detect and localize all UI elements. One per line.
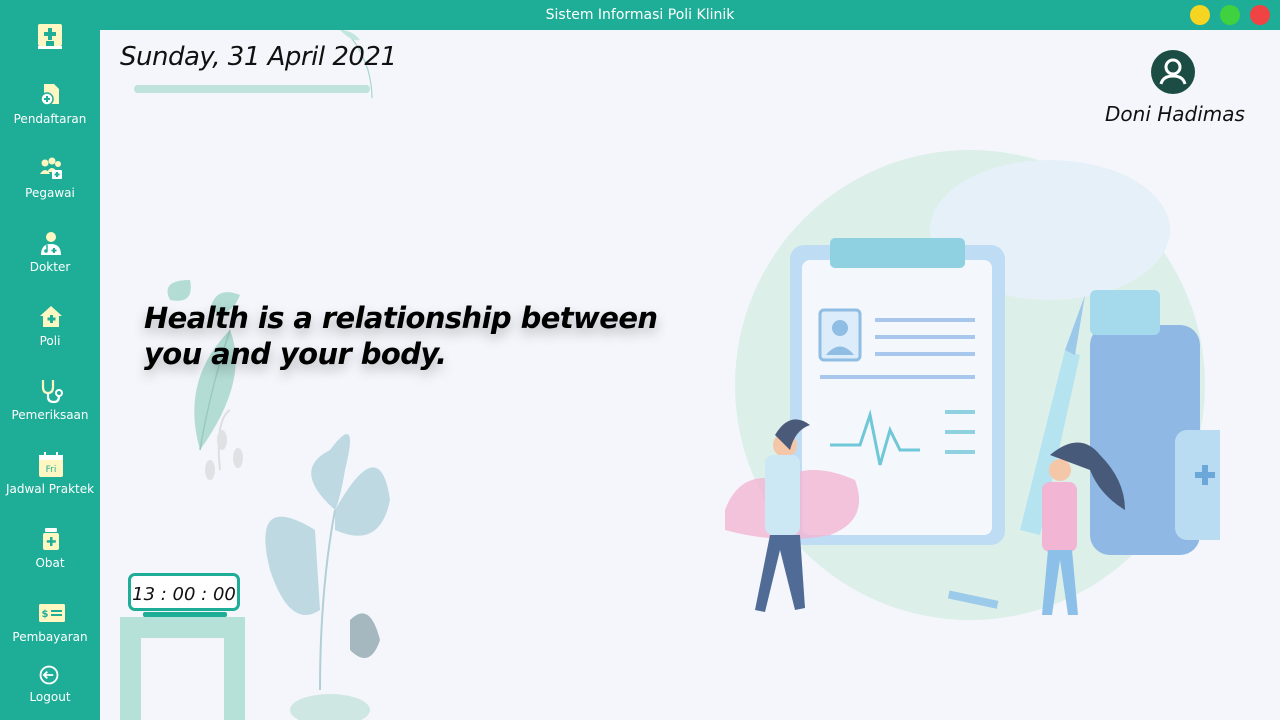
date-underline bbox=[134, 85, 370, 93]
user-name: Doni Hadimas bbox=[1105, 102, 1245, 126]
staff-icon bbox=[40, 157, 62, 179]
stethoscope-icon bbox=[41, 380, 63, 404]
sidebar-item-obat[interactable]: Obat bbox=[0, 526, 100, 590]
close-button[interactable] bbox=[1250, 5, 1270, 25]
maximize-button[interactable] bbox=[1220, 5, 1240, 25]
svg-text:$: $ bbox=[42, 609, 49, 620]
clinic-home-icon bbox=[40, 306, 62, 327]
window-title: Sistem Informasi Poli Klinik bbox=[545, 7, 735, 23]
sidebar-item-label: Logout bbox=[29, 690, 71, 704]
sidebar-item-label: Pendaftaran bbox=[13, 112, 87, 126]
user-avatar-icon[interactable] bbox=[1150, 49, 1196, 95]
minimize-button[interactable] bbox=[1190, 5, 1210, 25]
logout-icon bbox=[39, 665, 59, 685]
sidebar-item-jadwal-praktek[interactable]: Fri Jadwal Praktek bbox=[0, 452, 100, 516]
clock-stand bbox=[143, 612, 227, 617]
medical-illustration bbox=[725, 150, 1220, 620]
health-quote: Health is a relationship between you and… bbox=[144, 301, 658, 371]
sidebar-item-label: Jadwal Praktek bbox=[5, 482, 95, 496]
sidebar-item-pegawai[interactable]: Pegawai bbox=[0, 156, 100, 220]
sidebar-item-logout[interactable]: Logout bbox=[0, 664, 100, 720]
sidebar-item-label: Obat bbox=[35, 556, 65, 570]
sidebar-item-poli[interactable]: Poli bbox=[0, 304, 100, 368]
sidebar-item-label: Pegawai bbox=[25, 186, 75, 200]
payment-icon: $ bbox=[39, 604, 65, 622]
sidebar-item-pendaftaran[interactable]: Pendaftaran bbox=[0, 82, 100, 146]
medicine-icon bbox=[43, 528, 59, 550]
hospital-icon bbox=[38, 24, 62, 49]
sidebar: Pendaftaran Pegawai Dokter Poli Pemeriks… bbox=[0, 24, 100, 720]
sidebar-item-dokter[interactable]: Dokter bbox=[0, 230, 100, 294]
title-bar: Sistem Informasi Poli Klinik bbox=[0, 0, 1280, 30]
sidebar-item-label: Pemeriksaan bbox=[11, 408, 89, 422]
sidebar-item-label: Poli bbox=[39, 334, 61, 348]
doctor-icon bbox=[41, 232, 61, 255]
main-content: Sunday, 31 April 2021 Doni Hadimas Healt… bbox=[100, 30, 1280, 720]
sidebar-item-label: Pembayaran bbox=[12, 630, 88, 644]
document-add-icon bbox=[40, 84, 59, 106]
calendar-day-text: Fri bbox=[46, 465, 57, 475]
sidebar-item-pemeriksaan[interactable]: Pemeriksaan bbox=[0, 378, 100, 442]
clock-display: 13 : 00 : 00 bbox=[128, 573, 240, 611]
current-date: Sunday, 31 April 2021 bbox=[120, 42, 397, 72]
sidebar-item-pembayaran[interactable]: $ Pembayaran bbox=[0, 600, 100, 664]
calendar-icon: Fri bbox=[39, 452, 63, 477]
sidebar-item-label: Dokter bbox=[29, 260, 71, 274]
clock-time: 13 : 00 : 00 bbox=[132, 584, 236, 605]
